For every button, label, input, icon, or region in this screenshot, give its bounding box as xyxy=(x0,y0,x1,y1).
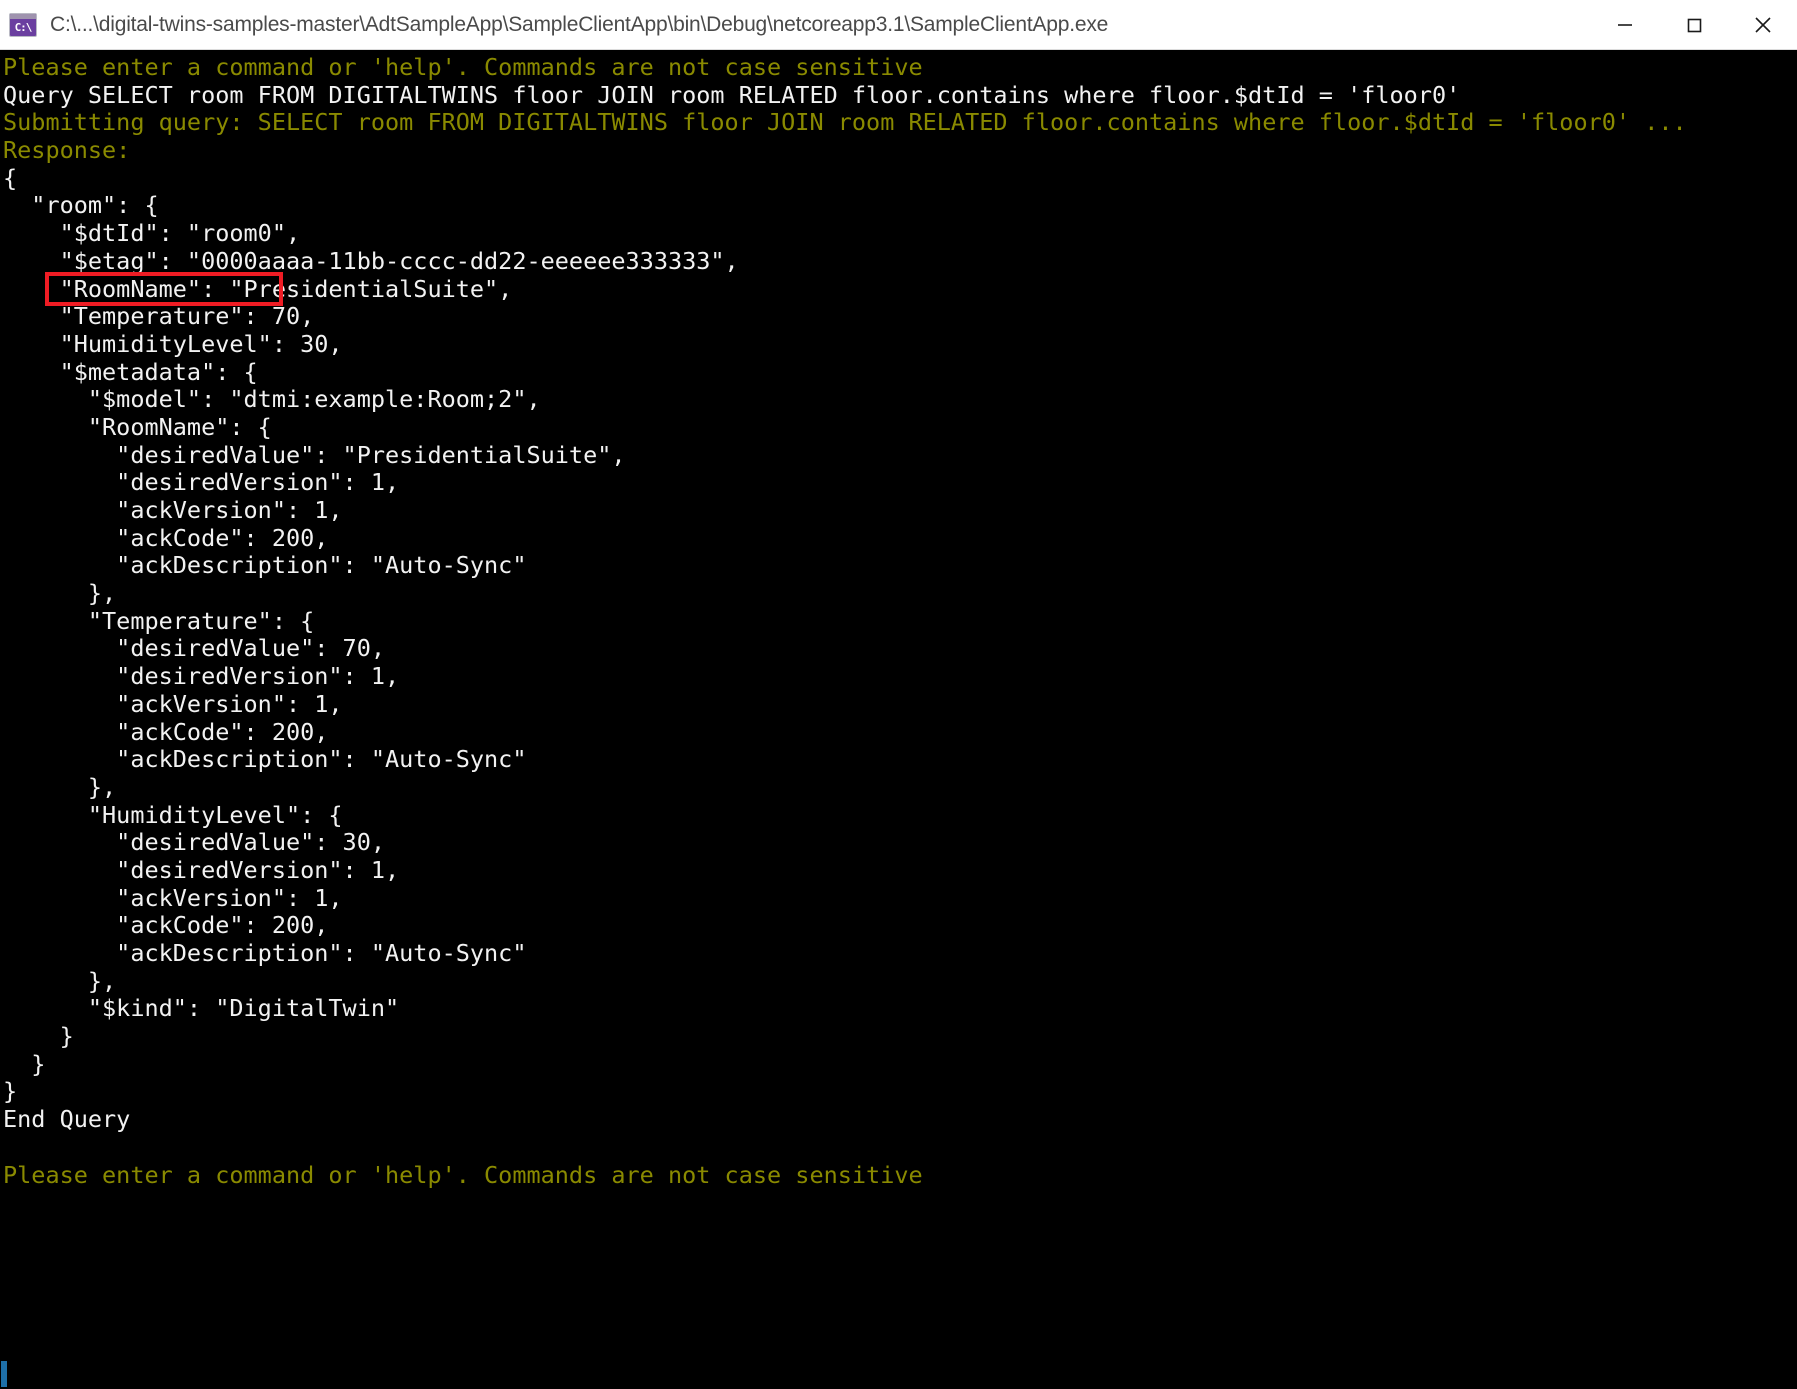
console-line: "$kind": "DigitalTwin" xyxy=(3,994,400,1023)
console-line: "desiredVersion": 1, xyxy=(3,855,400,884)
console-line: "desiredValue": 30, xyxy=(3,828,386,857)
maximize-button[interactable] xyxy=(1659,0,1728,49)
console-line: "$metadata": { xyxy=(3,357,258,386)
minimize-icon xyxy=(1617,23,1632,26)
console-line: "ackCode": 200, xyxy=(3,717,329,746)
console-line: "HumidityLevel": { xyxy=(3,800,343,829)
console-line: "Temperature": { xyxy=(3,606,315,635)
console-line: { xyxy=(3,163,18,192)
console-line: End Query xyxy=(3,1105,131,1134)
console-line: "ackVersion": 1, xyxy=(3,689,343,718)
console-line: } xyxy=(3,1049,46,1078)
maximize-icon xyxy=(1687,18,1701,32)
console-line: "desiredValue": 70, xyxy=(3,634,386,663)
window-titlebar[interactable]: C:\ C:\...\digital-twins-samples-master\… xyxy=(0,0,1797,50)
console-line: "Temperature": 70, xyxy=(3,302,315,331)
console-line: } xyxy=(3,1022,74,1051)
console-line: "desiredVersion": 1, xyxy=(3,662,400,691)
console-line: "ackVersion": 1, xyxy=(3,883,343,912)
console-line: "ackCode": 200, xyxy=(3,523,329,552)
console-line: Query SELECT room FROM DIGITALTWINS floo… xyxy=(3,80,1461,109)
console-line: }, xyxy=(3,772,117,801)
console-line: }, xyxy=(3,966,117,995)
console-line: "HumidityLevel": 30, xyxy=(3,329,343,358)
console-line: Submitting query: SELECT room FROM DIGIT… xyxy=(3,108,1687,137)
icon-prompt-label: C:\ xyxy=(14,20,33,34)
console-line-list: Please enter a command or 'help'. Comman… xyxy=(0,53,1797,1217)
console-line: "$dtId": "room0", xyxy=(3,219,301,248)
console-line: Please enter a command or 'help'. Comman… xyxy=(3,53,923,81)
console-line: "ackDescription": "Auto-Sync" xyxy=(3,551,527,580)
console-line: "ackDescription": "Auto-Sync" xyxy=(3,939,527,967)
console-line: "$etag": "0000aaaa-11bb-cccc-dd22-eeeeee… xyxy=(3,246,739,275)
console-line: } xyxy=(3,1077,18,1106)
text-caret xyxy=(1,1361,7,1387)
console-output-area[interactable]: Please enter a command or 'help'. Comman… xyxy=(0,50,1797,1389)
close-button[interactable] xyxy=(1728,0,1797,49)
console-line: "ackDescription": "Auto-Sync" xyxy=(3,745,527,774)
console-line: "ackVersion": 1, xyxy=(3,496,343,524)
console-line: "ackCode": 200, xyxy=(3,911,329,940)
console-line: "desiredVersion": 1, xyxy=(3,468,400,497)
console-line: }, xyxy=(3,579,117,608)
console-line: "RoomName": "PresidentialSuite", xyxy=(3,274,513,303)
console-line: "RoomName": { xyxy=(3,412,272,441)
console-line: "room": { xyxy=(3,191,159,220)
window-title: C:\...\digital-twins-samples-master\AdtS… xyxy=(50,12,1109,36)
console-line: "$model": "dtmi:example:Room;2", xyxy=(3,385,541,414)
close-icon xyxy=(1754,16,1771,33)
console-line: Response: xyxy=(3,136,131,165)
console-line: "desiredValue": "PresidentialSuite", xyxy=(3,440,626,469)
minimize-button[interactable] xyxy=(1590,0,1659,49)
console-app-icon: C:\ xyxy=(10,13,36,36)
console-line: Please enter a command or 'help'. Comman… xyxy=(3,1160,923,1189)
